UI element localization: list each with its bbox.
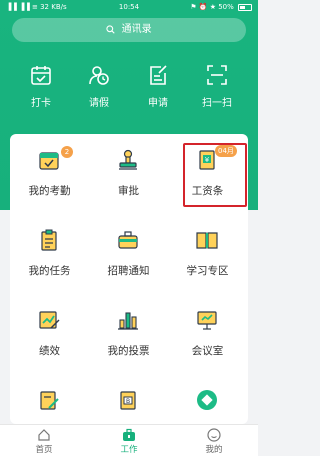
status-right: ⚑ ⏰ ★ 50%	[190, 0, 252, 14]
app-attendance[interactable]: 2 我的考勤	[10, 134, 89, 214]
quick-action-apply[interactable]: 申请	[132, 64, 184, 109]
quick-action-leave[interactable]: 请假	[73, 64, 125, 109]
open-book-icon	[196, 232, 218, 249]
performance-chart-icon	[39, 311, 60, 329]
tab-work[interactable]: 工作	[99, 428, 159, 455]
quick-action-label: 请假	[89, 98, 109, 109]
app-green[interactable]	[168, 374, 247, 424]
home-icon	[38, 429, 50, 441]
app-label: 绩效	[39, 345, 60, 357]
task-clipboard-icon	[41, 229, 57, 251]
search-bar[interactable]: 通讯录	[12, 18, 246, 42]
quick-actions: 打卡 请假 申请 扫一扫	[0, 64, 258, 114]
status-bar: ▐▐ ▐▐ ≡ 32 KB/s 10:54 ⚑ ⏰ ★ 50%	[0, 0, 258, 14]
tab-home[interactable]: 首页	[14, 428, 74, 455]
quick-action-label: 申请	[148, 98, 168, 109]
quick-action-label: 扫一扫	[202, 98, 232, 109]
note-pencil-icon	[40, 391, 59, 410]
battery-percent: 50%	[218, 3, 234, 11]
app-label: 我的投票	[107, 345, 150, 357]
status-icons: ⚑ ⏰ ★	[190, 3, 216, 11]
app-meeting-room[interactable]: 会议室	[168, 294, 247, 374]
app-recruitment[interactable]: 招聘通知	[89, 214, 168, 294]
app-document[interactable]: B	[89, 374, 168, 424]
green-shape-icon	[197, 390, 217, 410]
briefcase-icon	[118, 231, 138, 249]
app-approval[interactable]: 审批	[89, 134, 168, 214]
app-learning[interactable]: 学习专区	[168, 214, 247, 294]
tab-label: 工作	[120, 445, 138, 455]
app-tasks[interactable]: 我的任务	[10, 214, 89, 294]
edit-document-icon	[150, 65, 167, 85]
scan-icon	[207, 65, 227, 85]
search-placeholder: 通讯录	[121, 24, 152, 35]
app-label: 审批	[118, 185, 139, 197]
tab-label: 首页	[35, 445, 53, 455]
person-clock-icon	[89, 66, 109, 85]
profile-icon	[207, 428, 221, 442]
search-icon	[106, 24, 116, 34]
tab-label: 我的	[205, 445, 223, 455]
app-label: 招聘通知	[107, 265, 150, 277]
calendar-check-icon	[31, 66, 51, 85]
stamp-icon	[119, 149, 137, 170]
app-label: 我的考勤	[28, 185, 71, 197]
app-label: 我的任务	[28, 265, 71, 277]
tab-mine[interactable]: 我的	[184, 428, 244, 455]
attendance-icon	[39, 152, 59, 170]
app-voting[interactable]: 我的投票	[89, 294, 168, 374]
quick-action-punch[interactable]: 打卡	[15, 64, 67, 109]
attendance-badge: 2	[61, 146, 73, 158]
quick-action-label: 打卡	[31, 98, 51, 109]
presentation-board-icon	[197, 311, 217, 330]
app-label: 会议室	[191, 345, 224, 357]
app-label: 学习专区	[186, 265, 229, 277]
document-b-icon: B	[120, 391, 136, 410]
svg-text:B: B	[126, 398, 130, 405]
vote-bars-icon	[118, 312, 138, 330]
battery-icon	[238, 3, 252, 11]
payslip-highlight-box	[183, 143, 247, 207]
bottom-tab-bar: 首页 工作 我的	[0, 424, 258, 456]
app-performance[interactable]: 绩效	[10, 294, 89, 374]
app-notes[interactable]	[10, 374, 89, 424]
quick-action-scan[interactable]: 扫一扫	[191, 64, 243, 109]
work-bag-icon	[123, 428, 135, 441]
